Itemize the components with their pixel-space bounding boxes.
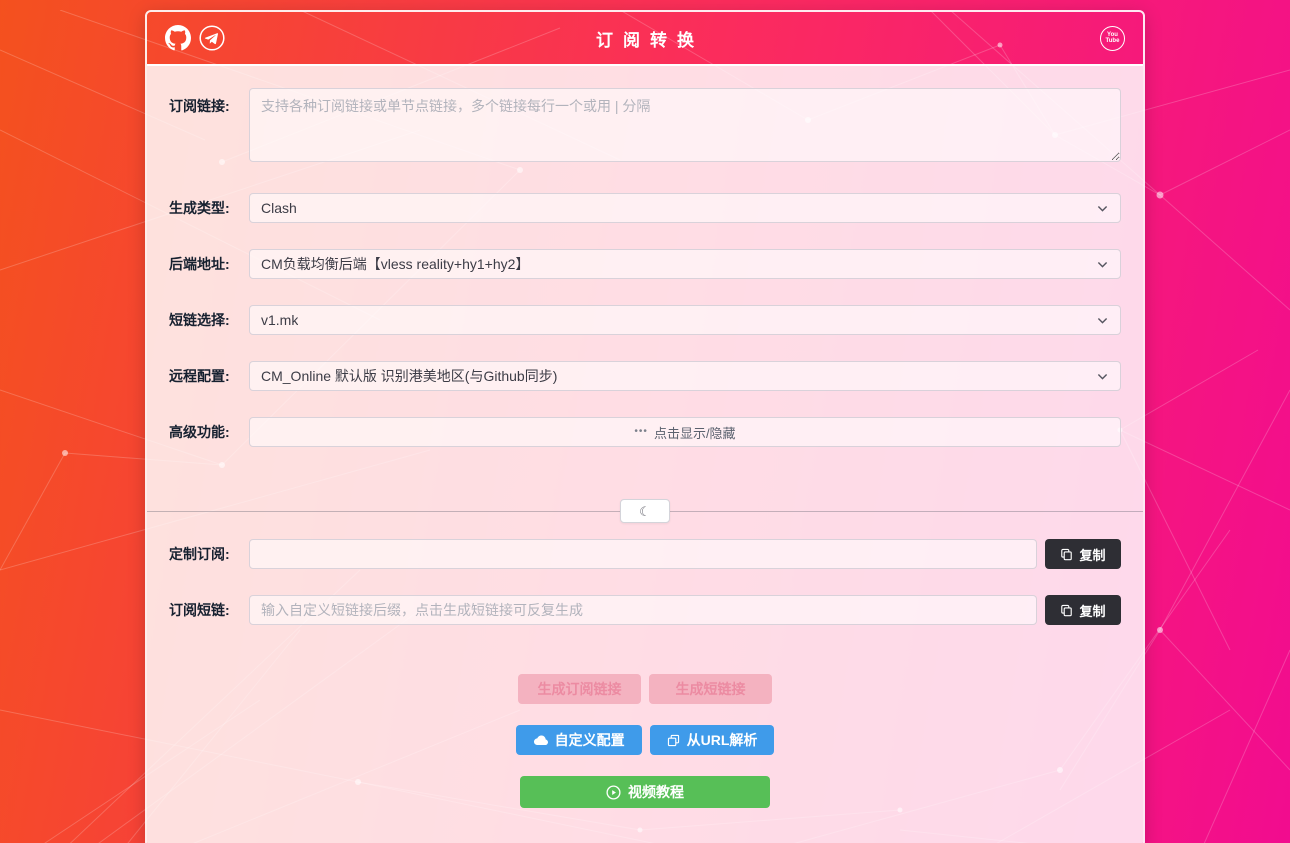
row-subscription-short-link: 订阅短链: 复制 — [169, 595, 1121, 625]
row-advanced: 高级功能: ••• 点击显示/隐藏 — [169, 417, 1121, 447]
subscription-link-label: 订阅链接: — [169, 88, 249, 116]
generate-type-select[interactable]: Clash — [249, 193, 1121, 223]
row-backend: 后端地址: CM负载均衡后端【vless reality+hy1+hy2】 — [169, 249, 1121, 279]
chevron-down-icon — [1096, 258, 1109, 271]
generate-short-link-label: 生成短链接 — [676, 679, 746, 699]
backend-label: 后端地址: — [169, 249, 249, 279]
advanced-toggle[interactable]: ••• 点击显示/隐藏 — [249, 417, 1121, 447]
copy-custom-subscription-button[interactable]: 复制 — [1045, 539, 1121, 569]
generate-short-link-button[interactable]: 生成短链接 — [649, 674, 772, 704]
cloud-icon — [533, 734, 548, 746]
custom-config-label: 自定义配置 — [555, 730, 625, 750]
remote-config-value: CM_Online 默认版 识别港美地区(与Github同步) — [261, 366, 557, 386]
subscription-short-link-input[interactable] — [249, 595, 1037, 625]
row-remote-config: 远程配置: CM_Online 默认版 识别港美地区(与Github同步) — [169, 361, 1121, 391]
theme-divider: ☾ — [147, 499, 1143, 523]
short-link-provider-label: 短链选择: — [169, 305, 249, 335]
parse-url-icon — [667, 734, 680, 747]
copy-button-label: 复制 — [1079, 545, 1105, 564]
video-tutorial-label: 视频教程 — [628, 782, 684, 802]
copy-icon — [1060, 548, 1073, 561]
generate-type-value: Clash — [261, 200, 297, 216]
generate-subscription-label: 生成订阅链接 — [538, 679, 622, 699]
row-generate-type: 生成类型: Clash — [169, 193, 1121, 223]
backend-select[interactable]: CM负载均衡后端【vless reality+hy1+hy2】 — [249, 249, 1121, 279]
remote-config-label: 远程配置: — [169, 361, 249, 391]
custom-config-button[interactable]: 自定义配置 — [516, 725, 642, 755]
copy-button-label: 复制 — [1079, 601, 1105, 620]
youtube-text-bottom: Tube — [1106, 38, 1120, 44]
page-title: 订阅转换 — [596, 26, 704, 51]
card-header: 订阅转换 You Tube — [147, 12, 1143, 66]
chevron-down-icon — [1096, 202, 1109, 215]
subscription-link-textarea[interactable] — [249, 88, 1121, 162]
action-buttons: 生成订阅链接 生成短链接 自定义配置 — [147, 674, 1143, 808]
row-custom-subscription: 定制订阅: 复制 — [169, 539, 1121, 569]
row-short-link-provider: 短链选择: v1.mk — [169, 305, 1121, 335]
row-subscription-link: 订阅链接: — [169, 88, 1121, 167]
play-circle-icon — [606, 785, 621, 800]
custom-subscription-label: 定制订阅: — [169, 539, 249, 569]
advanced-toggle-label: 点击显示/隐藏 — [654, 423, 736, 442]
chevron-down-icon — [1096, 370, 1109, 383]
moon-icon: ☾ — [639, 505, 651, 518]
chevron-down-icon — [1096, 314, 1109, 327]
short-link-provider-value: v1.mk — [261, 312, 298, 328]
copy-short-link-button[interactable]: 复制 — [1045, 595, 1121, 625]
video-tutorial-button[interactable]: 视频教程 — [520, 776, 770, 808]
header-right-icons: You Tube — [1100, 12, 1125, 64]
parse-from-url-label: 从URL解析 — [687, 730, 758, 750]
card-body: 订阅链接: 生成类型: Clash 后端地址: CM负载均衡 — [147, 66, 1143, 843]
remote-config-select[interactable]: CM_Online 默认版 识别港美地区(与Github同步) — [249, 361, 1121, 391]
theme-toggle-button[interactable]: ☾ — [620, 499, 670, 523]
backend-value: CM负载均衡后端【vless reality+hy1+hy2】 — [261, 254, 529, 274]
ellipsis-icon: ••• — [634, 427, 648, 437]
header-left-icons — [165, 12, 225, 64]
generate-subscription-button[interactable]: 生成订阅链接 — [518, 674, 641, 704]
advanced-label: 高级功能: — [169, 417, 249, 447]
subscription-converter-card: 订阅转换 You Tube 订阅链接: 生成类型: Clash — [145, 10, 1145, 843]
generate-type-label: 生成类型: — [169, 193, 249, 223]
short-link-provider-select[interactable]: v1.mk — [249, 305, 1121, 335]
github-icon[interactable] — [165, 25, 191, 51]
copy-icon — [1060, 604, 1073, 617]
parse-from-url-button[interactable]: 从URL解析 — [650, 725, 775, 755]
custom-subscription-input[interactable] — [249, 539, 1037, 569]
subscription-short-link-label: 订阅短链: — [169, 595, 249, 625]
telegram-icon[interactable] — [199, 25, 225, 51]
youtube-icon[interactable]: You Tube — [1100, 26, 1125, 51]
